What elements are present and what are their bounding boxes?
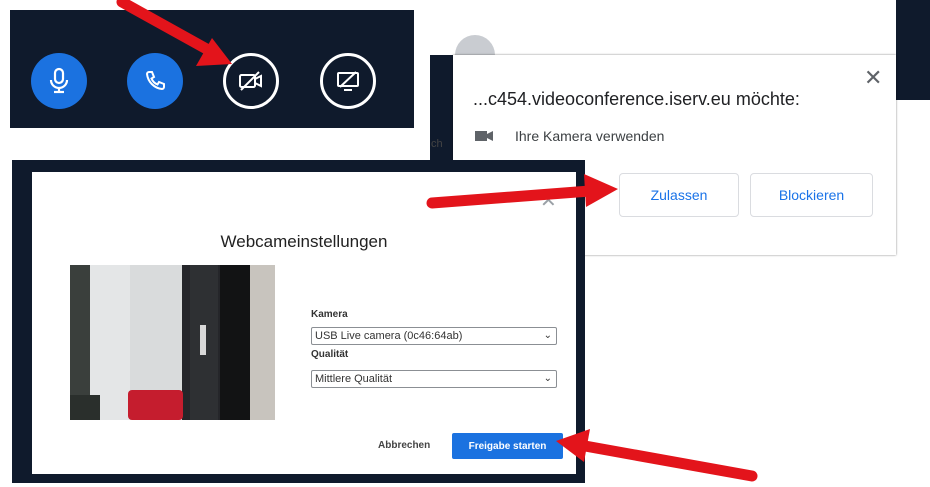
arrow-to-allow-button [426, 174, 618, 209]
annotation-arrows [116, 0, 758, 482]
arrow-to-camera-button [116, 0, 232, 66]
arrow-to-share-button [556, 429, 758, 482]
